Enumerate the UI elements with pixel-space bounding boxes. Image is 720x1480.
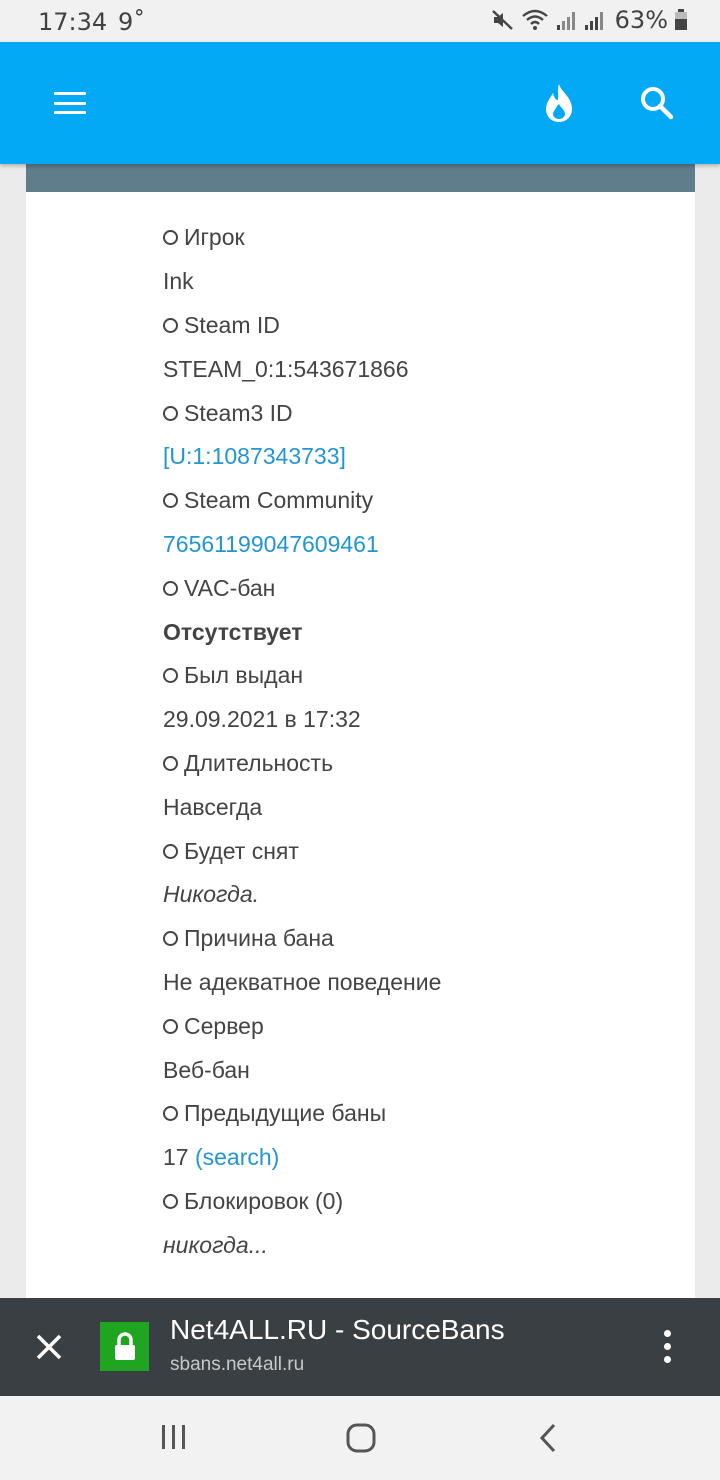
circle-icon bbox=[163, 405, 178, 421]
back-icon[interactable] bbox=[538, 1422, 560, 1454]
detail-value-previous-bans: 17 (search) bbox=[163, 1144, 280, 1171]
signal-icon-1 bbox=[556, 12, 575, 30]
detail-value-server: Веб-бан bbox=[163, 1056, 250, 1083]
status-bar: 17:34 9˚ 63% bbox=[0, 0, 720, 42]
detail-label-steam-community: Steam Community bbox=[163, 479, 675, 523]
circle-icon bbox=[163, 843, 178, 859]
circle-icon bbox=[163, 1193, 178, 1209]
custom-tab-bar: Net4ALL.RU - SourceBans sbans.net4all.ru bbox=[0, 1298, 720, 1396]
more-options-icon[interactable] bbox=[664, 1330, 671, 1369]
detail-value-expires: Никогда. bbox=[163, 881, 260, 908]
signal-icon-2 bbox=[584, 12, 603, 30]
detail-label-previous-bans: Предыдущие баны bbox=[163, 1092, 675, 1136]
status-time: 17:34 bbox=[38, 8, 108, 36]
circle-icon bbox=[163, 493, 178, 509]
close-icon[interactable] bbox=[36, 1334, 62, 1360]
steam-community-link[interactable]: 76561199047609461 bbox=[163, 531, 379, 558]
home-icon[interactable] bbox=[345, 1422, 377, 1454]
circle-icon bbox=[163, 668, 178, 684]
app-bar bbox=[0, 42, 720, 164]
detail-label-vac-ban: VAC-бан bbox=[163, 566, 675, 610]
menu-icon[interactable] bbox=[54, 92, 86, 114]
search-icon[interactable] bbox=[640, 86, 674, 120]
detail-value-duration: Навсегда bbox=[163, 793, 263, 820]
mute-icon bbox=[491, 10, 513, 30]
system-icons: 63% bbox=[491, 6, 688, 34]
card-header bbox=[26, 164, 695, 192]
status-temperature: 9˚ bbox=[118, 8, 146, 36]
circle-icon bbox=[163, 1106, 178, 1122]
steam3-id-link[interactable]: [U:1:1087343733] bbox=[163, 443, 346, 470]
page-url: sbans.net4all.ru bbox=[170, 1354, 305, 1375]
circle-icon bbox=[163, 931, 178, 947]
detail-label-expires: Будет снят bbox=[163, 829, 675, 873]
detail-label-duration: Длительность bbox=[163, 742, 675, 786]
detail-label-server: Сервер bbox=[163, 1004, 675, 1048]
detail-label-reason: Причина бана bbox=[163, 917, 675, 961]
battery-percent: 63% bbox=[614, 6, 668, 34]
detail-value-vac-ban: Отсутствует bbox=[163, 618, 303, 645]
circle-icon bbox=[163, 230, 178, 246]
page-title: Net4ALL.RU - SourceBans bbox=[170, 1314, 505, 1345]
search-link[interactable]: (search) bbox=[195, 1144, 279, 1171]
circle-icon bbox=[163, 317, 178, 333]
ban-details-list: Игрок Ink Steam ID STEAM_0:1:543671866 S… bbox=[163, 216, 675, 1267]
navigation-bar bbox=[0, 1396, 720, 1480]
battery-icon bbox=[675, 9, 687, 30]
detail-value-steam-id: STEAM_0:1:543671866 bbox=[163, 355, 409, 382]
circle-icon bbox=[163, 580, 178, 596]
detail-label-player: Игрок bbox=[163, 216, 675, 260]
fire-icon[interactable] bbox=[542, 82, 576, 124]
detail-value-blocks: никогда... bbox=[163, 1231, 268, 1258]
circle-icon bbox=[163, 755, 178, 771]
detail-value-issued: 29.09.2021 в 17:32 bbox=[163, 706, 361, 733]
detail-label-blocks: Блокировок (0) bbox=[163, 1180, 675, 1224]
recent-apps-icon[interactable] bbox=[160, 1422, 188, 1452]
lock-icon[interactable] bbox=[100, 1322, 149, 1371]
detail-label-steam-id: Steam ID bbox=[163, 304, 675, 348]
circle-icon bbox=[163, 1018, 178, 1034]
wifi-icon bbox=[521, 9, 548, 30]
ban-details-card: Игрок Ink Steam ID STEAM_0:1:543671866 S… bbox=[26, 192, 695, 1298]
detail-value-reason: Не адекватное поведение bbox=[163, 968, 442, 995]
detail-label-steam3-id: Steam3 ID bbox=[163, 391, 675, 435]
detail-value-player: Ink bbox=[163, 268, 194, 295]
detail-label-issued: Был выдан bbox=[163, 654, 675, 698]
